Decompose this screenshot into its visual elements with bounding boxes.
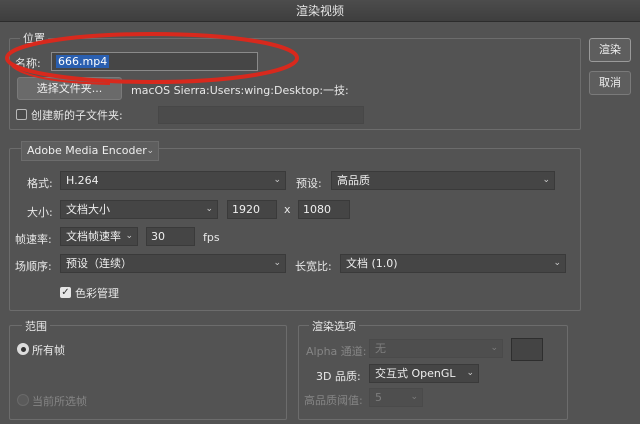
format-select-value: H.264 bbox=[66, 174, 99, 187]
alpha-color-swatch[interactable] bbox=[511, 338, 543, 361]
quality-3d-select[interactable]: 交互式 OpenGL ⌄ bbox=[369, 364, 479, 383]
render-options-group-label: 渲染选项 bbox=[309, 318, 359, 334]
chevron-down-icon: ⌄ bbox=[466, 368, 474, 378]
window-title-bar: 渲染视频 bbox=[0, 0, 640, 22]
alpha-select-value: 无 bbox=[375, 342, 386, 355]
width-input[interactable]: 1920 bbox=[227, 200, 277, 219]
all-frames-label: 所有帧 bbox=[32, 344, 65, 357]
annotation-ellipse bbox=[5, 32, 299, 85]
create-subfolder-label: 创建新的子文件夹: bbox=[31, 109, 123, 122]
subfolder-input[interactable] bbox=[158, 106, 364, 124]
framerate-label: 帧速率: bbox=[15, 233, 52, 246]
preset-select[interactable]: 高品质 ⌄ bbox=[331, 171, 555, 190]
create-subfolder-checkbox[interactable] bbox=[16, 109, 27, 120]
hq-threshold-label: 高品质阈值: bbox=[304, 394, 363, 407]
format-label: 格式: bbox=[27, 177, 53, 190]
encoder-select[interactable]: Adobe Media Encoder ⌄ bbox=[21, 141, 159, 161]
size-x-label: x bbox=[284, 203, 291, 216]
fps-input[interactable]: 30 bbox=[146, 227, 195, 246]
framerate-select[interactable]: 文档帧速率 ⌄ bbox=[60, 227, 138, 246]
hq-threshold-select-value: 5 bbox=[375, 391, 382, 404]
chevron-down-icon: ⌄ bbox=[553, 258, 561, 268]
current-frames-radio[interactable] bbox=[17, 394, 29, 406]
size-label: 大小: bbox=[27, 206, 53, 219]
field-order-select-value: 预设（连续） bbox=[66, 257, 132, 270]
color-management-label: 色彩管理 bbox=[75, 287, 119, 300]
chevron-down-icon: ⌄ bbox=[542, 175, 550, 185]
range-group-label: 范围 bbox=[22, 318, 50, 334]
aspect-label: 长宽比: bbox=[295, 260, 332, 273]
hq-threshold-select[interactable]: 5 ⌄ bbox=[369, 388, 423, 407]
format-select[interactable]: H.264 ⌄ bbox=[60, 171, 286, 190]
aspect-select[interactable]: 文档 (1.0) ⌄ bbox=[340, 254, 566, 273]
size-select[interactable]: 文档大小 ⌄ bbox=[60, 200, 218, 219]
all-frames-radio[interactable] bbox=[17, 343, 29, 355]
color-management-checkbox[interactable]: ✓ bbox=[60, 287, 71, 298]
chevron-down-icon: ⌄ bbox=[273, 175, 281, 185]
field-order-select[interactable]: 预设（连续） ⌄ bbox=[60, 254, 286, 273]
chevron-down-icon: ⌄ bbox=[490, 343, 498, 353]
chevron-down-icon: ⌄ bbox=[410, 392, 418, 402]
height-input[interactable]: 1080 bbox=[298, 200, 350, 219]
window-title: 渲染视频 bbox=[295, 4, 344, 18]
encoder-select-value: Adobe Media Encoder bbox=[27, 144, 147, 157]
current-frames-label: 当前所选帧 bbox=[32, 395, 87, 408]
quality-3d-select-value: 交互式 OpenGL bbox=[375, 367, 456, 380]
preset-select-value: 高品质 bbox=[337, 174, 370, 187]
chevron-down-icon: ⌄ bbox=[205, 204, 213, 214]
chevron-down-icon: ⌄ bbox=[273, 258, 281, 268]
size-select-value: 文档大小 bbox=[66, 203, 110, 216]
alpha-label: Alpha 通道: bbox=[306, 345, 367, 358]
preset-label: 预设: bbox=[296, 177, 322, 190]
chevron-down-icon: ⌄ bbox=[146, 146, 154, 156]
aspect-select-value: 文档 (1.0) bbox=[346, 257, 398, 270]
alpha-select[interactable]: 无 ⌄ bbox=[369, 339, 503, 358]
field-order-label: 场顺序: bbox=[15, 260, 52, 273]
quality-3d-label: 3D 品质: bbox=[316, 370, 361, 383]
framerate-select-value: 文档帧速率 bbox=[66, 230, 121, 243]
cancel-button[interactable]: 取消 bbox=[589, 71, 631, 95]
render-button[interactable]: 渲染 bbox=[589, 38, 631, 62]
chevron-down-icon: ⌄ bbox=[125, 231, 133, 241]
fps-unit: fps bbox=[203, 231, 220, 244]
